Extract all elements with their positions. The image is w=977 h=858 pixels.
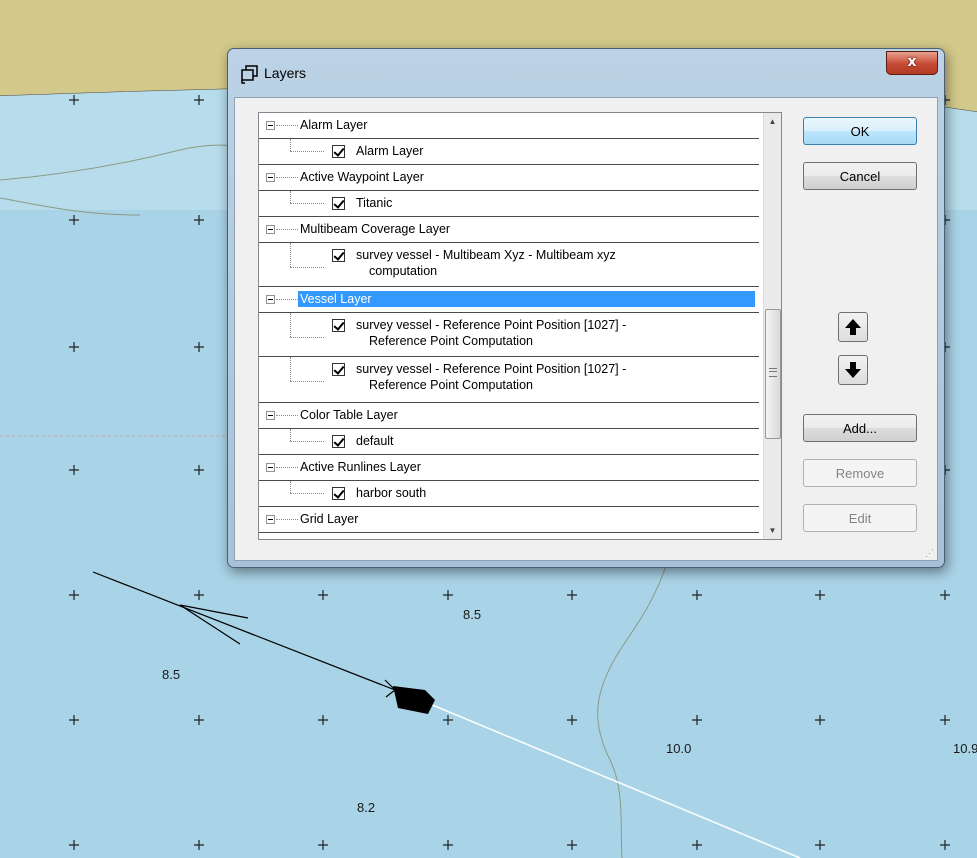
- arrow-down-icon: [845, 362, 861, 378]
- resize-grip-icon[interactable]: ⋰: [925, 548, 935, 558]
- tree-item-label-line2: Reference Point Computation: [369, 334, 533, 348]
- close-icon: x: [907, 54, 917, 70]
- collapse-icon[interactable]: [266, 225, 275, 234]
- scrollbar-thumb[interactable]: [765, 309, 781, 439]
- layers-dialog: Layers x Alarm Layer Alarm Layer Active …: [227, 48, 945, 568]
- title-bar[interactable]: Layers x: [228, 49, 944, 97]
- tree-scrollbar[interactable]: ▲ ▼: [763, 113, 781, 539]
- tree-node-label: Grid Layer: [300, 512, 359, 526]
- close-button[interactable]: x: [886, 51, 938, 75]
- edit-button[interactable]: Edit: [803, 504, 917, 532]
- layers-tree[interactable]: Alarm Layer Alarm Layer Active Waypoint …: [258, 112, 782, 540]
- tree-node-alarm-layer[interactable]: Alarm Layer: [259, 113, 759, 139]
- tree-item-reference-point-2[interactable]: survey vessel - Reference Point Position…: [259, 357, 759, 403]
- tree-item-label-line2: computation: [369, 264, 438, 278]
- collapse-icon[interactable]: [266, 463, 275, 472]
- tree-item-label: survey vessel - Reference Point Position…: [356, 318, 627, 332]
- layer-checkbox[interactable]: [332, 249, 345, 262]
- layers-icon: [241, 65, 258, 84]
- tree-node-vessel-layer[interactable]: Vessel Layer: [259, 287, 759, 313]
- tree-node-label: Color Table Layer: [300, 408, 398, 422]
- tree-item-default[interactable]: default: [259, 429, 759, 455]
- tree-item-reference-point-1[interactable]: survey vessel - Reference Point Position…: [259, 313, 759, 357]
- tree-item-label: survey vessel - Multibeam Xyz - Multibea…: [356, 248, 616, 262]
- add-button[interactable]: Add...: [803, 414, 917, 442]
- cancel-button[interactable]: Cancel: [803, 162, 917, 190]
- depth-sounding: 8.5: [162, 667, 181, 682]
- tree-node-label: Active Runlines Layer: [300, 460, 421, 474]
- tree-item-label: survey vessel - Reference Point Position…: [356, 362, 627, 376]
- depth-sounding: 8.2: [357, 800, 376, 815]
- dialog-title: Layers: [264, 65, 307, 81]
- tree-node-grid-layer[interactable]: Grid Layer: [259, 507, 759, 533]
- remove-button[interactable]: Remove: [803, 459, 917, 487]
- tree-node-active-runlines-layer[interactable]: Active Runlines Layer: [259, 455, 759, 481]
- tree-node-multibeam-coverage-layer[interactable]: Multibeam Coverage Layer: [259, 217, 759, 243]
- tree-item-alarm-layer[interactable]: Alarm Layer: [259, 139, 759, 165]
- layer-checkbox[interactable]: [332, 363, 345, 376]
- tree-item-label: harbor south: [356, 486, 427, 500]
- tree-item-label: Alarm Layer: [356, 144, 424, 158]
- scroll-up-icon[interactable]: ▲: [764, 113, 781, 130]
- dialog-body: Alarm Layer Alarm Layer Active Waypoint …: [234, 97, 938, 561]
- layer-checkbox[interactable]: [332, 319, 345, 332]
- tree-item-survey-vessel-multibeam[interactable]: survey vessel - Multibeam Xyz - Multibea…: [259, 243, 759, 287]
- layer-checkbox[interactable]: [332, 197, 345, 210]
- tree-item-harbor-south[interactable]: harbor south: [259, 481, 759, 507]
- layer-checkbox[interactable]: [332, 145, 345, 158]
- layer-checkbox[interactable]: [332, 435, 345, 448]
- tree-item-label-line2: Reference Point Computation: [369, 378, 533, 392]
- collapse-icon[interactable]: [266, 295, 275, 304]
- arrow-up-icon: [845, 319, 861, 335]
- move-down-button[interactable]: [838, 355, 868, 385]
- collapse-icon[interactable]: [266, 173, 275, 182]
- tree-node-color-table-layer[interactable]: Color Table Layer: [259, 403, 759, 429]
- tree-node-label: Active Waypoint Layer: [300, 170, 424, 184]
- tree-node-label: Alarm Layer: [300, 118, 368, 132]
- tree-item-label: Titanic: [356, 196, 393, 210]
- tree-node-active-waypoint-layer[interactable]: Active Waypoint Layer: [259, 165, 759, 191]
- depth-sounding: 10.0: [666, 741, 692, 756]
- scroll-down-icon[interactable]: ▼: [764, 522, 781, 539]
- tree-item-label: default: [356, 434, 394, 448]
- collapse-icon[interactable]: [266, 121, 275, 130]
- collapse-icon[interactable]: [266, 411, 275, 420]
- tree-node-label: Multibeam Coverage Layer: [300, 222, 451, 236]
- tree-item-titanic[interactable]: Titanic: [259, 191, 759, 217]
- depth-sounding: 10.9: [953, 741, 977, 756]
- collapse-icon[interactable]: [266, 515, 275, 524]
- ok-button[interactable]: OK: [803, 117, 917, 145]
- tree-node-label: Vessel Layer: [298, 291, 755, 307]
- layer-checkbox[interactable]: [332, 487, 345, 500]
- depth-sounding: 8.5: [463, 607, 482, 622]
- move-up-button[interactable]: [838, 312, 868, 342]
